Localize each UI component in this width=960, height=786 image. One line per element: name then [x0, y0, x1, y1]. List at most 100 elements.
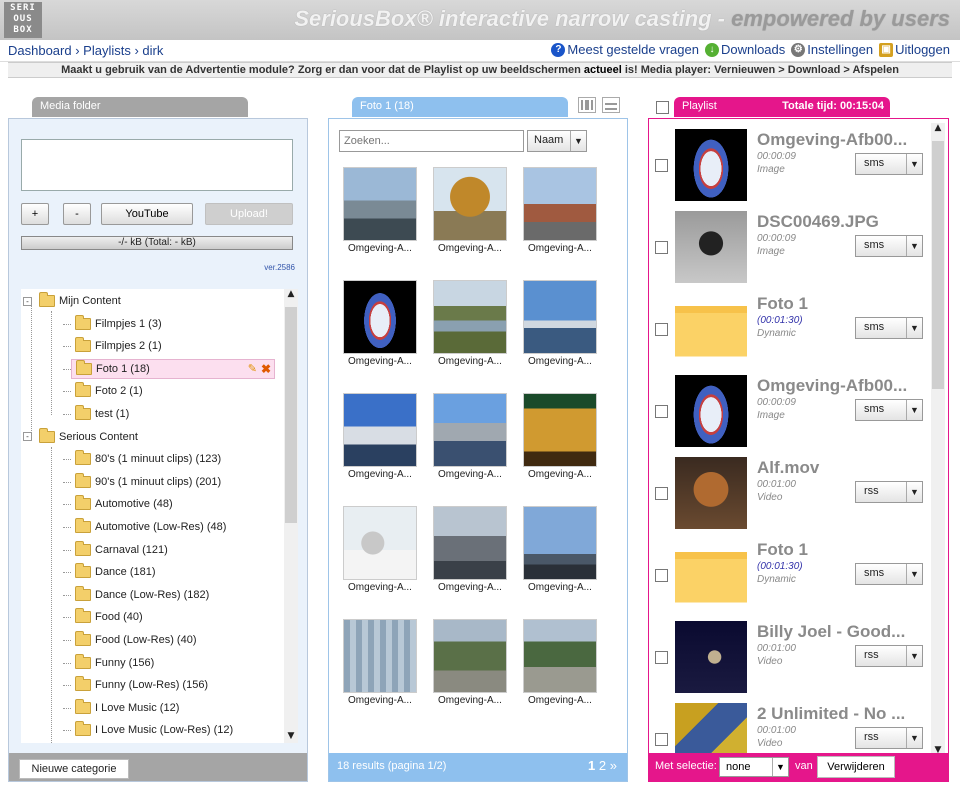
logo[interactable]: SERI OUS BOX [4, 2, 42, 38]
media-thumbnail[interactable] [343, 167, 417, 241]
collapse-icon[interactable]: - [23, 296, 32, 306]
media-thumbnail[interactable] [523, 393, 597, 467]
upload-dropzone[interactable] [21, 139, 293, 191]
media-thumbnail[interactable] [523, 167, 597, 241]
media-thumbnail[interactable] [343, 619, 417, 693]
playlist-item-checkbox[interactable] [655, 733, 668, 746]
tree-item[interactable]: Filmpjes 2 (1) [71, 336, 162, 356]
search-input[interactable] [339, 130, 524, 152]
playlist-item-channel-select[interactable]: sms ▼ [855, 399, 923, 421]
next-page-link[interactable]: » [610, 758, 617, 773]
edit-icon[interactable]: ✎ [248, 359, 257, 379]
new-category-button[interactable]: Nieuwe categorie [19, 759, 129, 779]
media-thumbnail[interactable] [433, 393, 507, 467]
playlist-item-thumbnail[interactable] [675, 375, 747, 447]
tree-item[interactable]: Food (Low-Res) (40) [71, 630, 196, 650]
tree-item[interactable]: Carnaval (121) [71, 540, 168, 560]
remove-button[interactable]: - [63, 203, 91, 225]
tree-item[interactable]: Automotive (Low-Res) (48) [71, 517, 226, 537]
tree-item[interactable]: Dance (181) [71, 562, 156, 582]
playlist-item-thumbnail[interactable] [675, 539, 747, 611]
tree-item[interactable]: I Love Music (12) [71, 698, 179, 718]
playlist-item-checkbox[interactable] [655, 159, 668, 172]
tree-item[interactable]: Foto 1 (18) ✎ ✖ [71, 358, 275, 379]
upload-button[interactable]: Upload! [205, 203, 293, 225]
tree-line [63, 572, 71, 574]
tree-item[interactable]: Automotive (48) [71, 494, 173, 514]
tab-foto-1[interactable]: Foto 1 (18) [352, 97, 568, 117]
grid-view-icon[interactable] [578, 97, 596, 113]
scroll-thumb[interactable] [932, 141, 944, 389]
playlist-item-checkbox[interactable] [655, 487, 668, 500]
tree-scrollbar[interactable]: ▲ ▼ [284, 289, 298, 743]
media-thumbnail[interactable] [433, 619, 507, 693]
playlist-item-checkbox[interactable] [655, 241, 668, 254]
media-thumbnail[interactable] [343, 393, 417, 467]
tree-item[interactable]: test (1) [71, 404, 129, 424]
select-all-checkbox[interactable] [656, 101, 669, 114]
collapse-icon[interactable]: - [23, 432, 32, 442]
downloads-link[interactable]: ↓ Downloads [704, 42, 785, 57]
breadcrumb-playlists[interactable]: Playlists [83, 43, 131, 58]
faq-link[interactable]: ? Meest gestelde vragen [551, 42, 699, 57]
media-thumbnail[interactable] [343, 280, 417, 354]
playlist-item-channel-select[interactable]: sms ▼ [855, 153, 923, 175]
tab-media-folder[interactable]: Media folder [32, 97, 248, 117]
playlist-item-thumbnail[interactable] [675, 621, 747, 693]
playlist-item-channel-select[interactable]: sms ▼ [855, 235, 923, 257]
delete-icon[interactable]: ✖ [261, 359, 274, 379]
media-thumbnail-caption: Omgeving-A... [348, 356, 412, 367]
playlist-item-channel-select[interactable]: sms ▼ [855, 563, 923, 585]
page-1-link[interactable]: 1 [588, 758, 595, 773]
scroll-up-icon[interactable]: ▲ [931, 123, 945, 133]
playlist-item-checkbox[interactable] [655, 323, 668, 336]
breadcrumb-dashboard[interactable]: Dashboard [8, 43, 72, 58]
playlist-item-thumbnail[interactable] [675, 293, 747, 365]
tree-item[interactable]: I Love Music (Low-Res) (12) [71, 720, 233, 740]
tree-item[interactable]: - Mijn Content [23, 291, 121, 311]
top-links: ? Meest gestelde vragen ↓ Downloads ⚙ Inste… [551, 42, 950, 57]
tree-item[interactable]: Food (40) [71, 607, 143, 627]
playlist-item-channel-select[interactable]: rss ▼ [855, 481, 923, 503]
tree-item[interactable]: Funny (156) [71, 653, 154, 673]
youtube-button[interactable]: YouTube [101, 203, 193, 225]
add-button[interactable]: + [21, 203, 49, 225]
media-thumbnail[interactable] [343, 506, 417, 580]
media-thumbnail[interactable] [523, 280, 597, 354]
playlist-item-thumbnail[interactable] [675, 457, 747, 529]
scroll-up-icon[interactable]: ▲ [284, 289, 298, 299]
media-thumbnail[interactable] [523, 619, 597, 693]
logout-link[interactable]: ▣ Uitloggen [879, 42, 950, 57]
media-thumbnail[interactable] [523, 506, 597, 580]
tree-item[interactable]: 80's (1 minuut clips) (123) [71, 449, 221, 469]
scroll-down-icon[interactable]: ▼ [284, 731, 298, 741]
tree-item[interactable]: Foto 2 (1) [71, 381, 143, 401]
media-thumbnail[interactable] [433, 280, 507, 354]
playlist-item-checkbox[interactable] [655, 569, 668, 582]
playlist-item-channel-select[interactable]: rss ▼ [855, 727, 923, 749]
playlist-item-checkbox[interactable] [655, 651, 668, 664]
tree-item[interactable]: Filmpjes 1 (3) [71, 314, 162, 334]
playlist-scrollbar[interactable]: ▲ ▼ [931, 123, 945, 757]
tree-item[interactable]: Funny (Low-Res) (156) [71, 675, 208, 695]
tree-line [63, 707, 71, 709]
media-thumbnail[interactable] [433, 167, 507, 241]
playlist-item-channel-select[interactable]: rss ▼ [855, 645, 923, 667]
sort-select[interactable]: Naam ▼ [527, 130, 587, 152]
page-2-link[interactable]: 2 [599, 758, 606, 773]
playlist-item-thumbnail[interactable] [675, 129, 747, 201]
selection-action-select[interactable]: none ▼ [719, 757, 789, 777]
list-view-icon[interactable] [602, 97, 620, 113]
settings-link[interactable]: ⚙ Instellingen [791, 42, 873, 57]
tree-item[interactable]: Dance (Low-Res) (182) [71, 585, 209, 605]
tab-playlist[interactable]: Playlist Totale tijd: 00:15:04 [674, 97, 890, 117]
delete-button[interactable]: Verwijderen [817, 756, 895, 778]
playlist-item-checkbox[interactable] [655, 405, 668, 418]
tree-item[interactable]: - Serious Content [23, 427, 138, 447]
playlist-item-thumbnail[interactable] [675, 211, 747, 283]
scroll-thumb[interactable] [285, 307, 297, 523]
breadcrumb-current[interactable]: dirk [142, 43, 163, 58]
media-thumbnail[interactable] [433, 506, 507, 580]
playlist-item-channel-select[interactable]: sms ▼ [855, 317, 923, 339]
tree-item[interactable]: 90's (1 minuut clips) (201) [71, 472, 221, 492]
